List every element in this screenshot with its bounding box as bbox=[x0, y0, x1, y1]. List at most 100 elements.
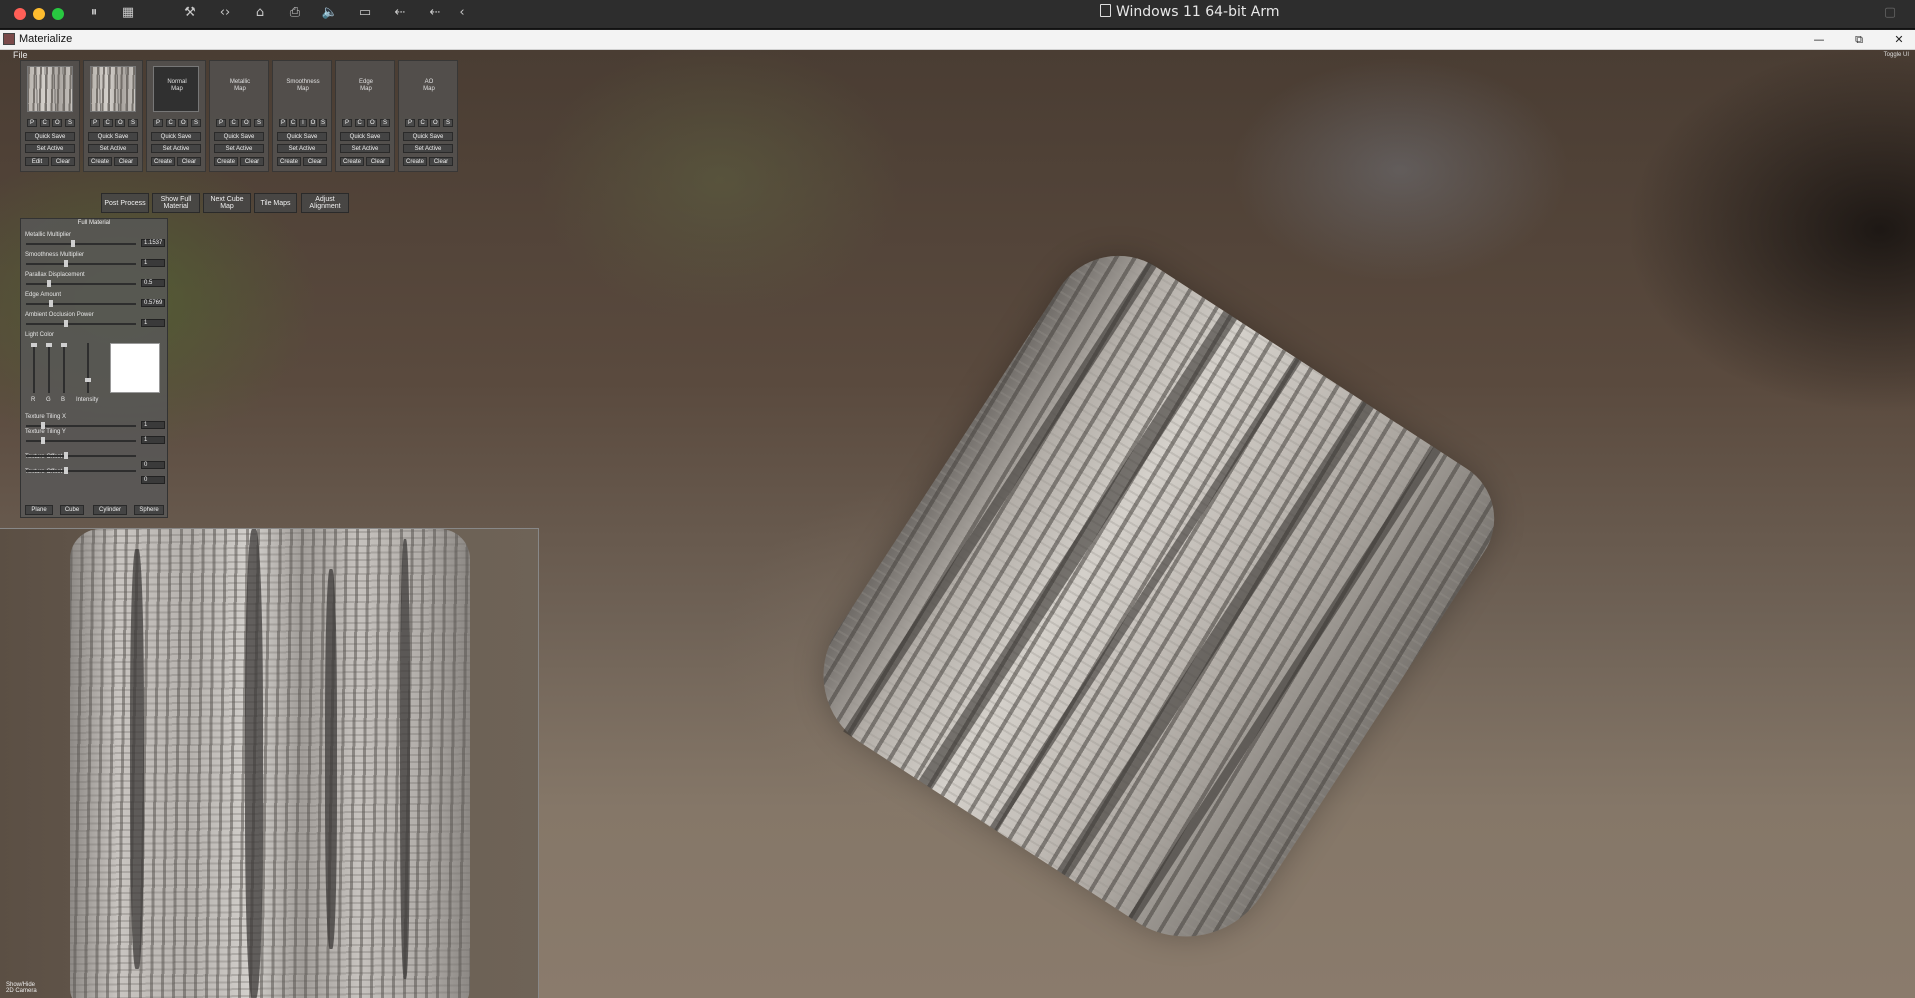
tiling-slider-knob[interactable] bbox=[41, 422, 45, 429]
show-hide-2d-camera-button[interactable]: Show/Hide 2D Camera bbox=[6, 982, 37, 994]
file-menu[interactable]: File bbox=[13, 50, 28, 60]
height-set-active-button[interactable]: Set Active bbox=[88, 144, 138, 153]
normal-create-button[interactable]: Create bbox=[151, 157, 175, 166]
minimize-button[interactable]: — bbox=[1799, 30, 1839, 49]
intensity-slider-knob[interactable] bbox=[85, 378, 91, 382]
cube-button[interactable]: Cube bbox=[60, 505, 84, 515]
material-slider[interactable] bbox=[26, 240, 136, 247]
edge-pcos-button[interactable]: C bbox=[354, 119, 365, 127]
metallic-pcos-button[interactable]: P bbox=[216, 119, 226, 127]
normal-pcos-button[interactable]: P bbox=[153, 119, 163, 127]
tiling-slider[interactable] bbox=[26, 422, 136, 429]
metallic-clear-button[interactable]: Clear bbox=[240, 157, 264, 166]
tiling-slider-knob[interactable] bbox=[41, 437, 45, 444]
edge-pcos-button[interactable]: O bbox=[367, 119, 378, 127]
normal-pcos-button[interactable]: O bbox=[178, 119, 189, 127]
diffuse-pcos-button[interactable]: C bbox=[39, 119, 50, 127]
material-slider-knob[interactable] bbox=[64, 260, 68, 267]
metallic-pcos-button[interactable]: O bbox=[241, 119, 252, 127]
material-slider-knob[interactable] bbox=[47, 280, 51, 287]
tiling-slider[interactable] bbox=[26, 437, 136, 444]
material-value-field[interactable]: 0.5 bbox=[141, 279, 165, 287]
metallic-create-button[interactable]: Create bbox=[214, 157, 238, 166]
diffuse-quick-save-button[interactable]: Quick Save bbox=[25, 132, 75, 141]
edge-set-active-button[interactable]: Set Active bbox=[340, 144, 390, 153]
chevron-left-icon[interactable]: ‹ bbox=[452, 5, 472, 20]
code-icon[interactable]: ‹› bbox=[215, 5, 235, 20]
tiling-slider-knob[interactable] bbox=[64, 452, 68, 459]
smoothness-create-button[interactable]: Create bbox=[277, 157, 301, 166]
material-slider[interactable] bbox=[26, 260, 136, 267]
intensity-slider[interactable] bbox=[85, 343, 91, 393]
diffuse-clear-button[interactable]: Clear bbox=[51, 157, 75, 166]
metallic-pcos-button[interactable]: S bbox=[253, 119, 264, 127]
material-value-field[interactable]: 0.5769 bbox=[141, 299, 165, 307]
ao-pcos-button[interactable]: P bbox=[405, 119, 415, 127]
smoothness-pcos-button[interactable]: C bbox=[289, 119, 297, 127]
smoothness-pcos-button[interactable]: O bbox=[309, 119, 317, 127]
speaker-icon[interactable]: 🔈 bbox=[320, 5, 340, 20]
red-slider-knob[interactable] bbox=[31, 343, 37, 347]
show-full-material-button[interactable]: Show Full Material bbox=[152, 193, 200, 213]
render-viewport[interactable]: File Toggle UI P C O S Quick Save Set Active E… bbox=[0, 50, 1915, 998]
normal-pcos-button[interactable]: S bbox=[190, 119, 201, 127]
plane-button[interactable]: Plane bbox=[25, 505, 53, 515]
cylinder-button[interactable]: Cylinder bbox=[93, 505, 127, 515]
height-pcos-button[interactable]: S bbox=[127, 119, 138, 127]
material-value-field[interactable]: 1 bbox=[141, 259, 165, 267]
red-slider[interactable] bbox=[31, 343, 37, 393]
smoothness-pcos-button[interactable]: S bbox=[319, 119, 327, 127]
ao-set-active-button[interactable]: Set Active bbox=[403, 144, 453, 153]
fullscreen-icon[interactable]: ▢ bbox=[1880, 5, 1900, 20]
blue-slider-knob[interactable] bbox=[61, 343, 67, 347]
smoothness-clear-button[interactable]: Clear bbox=[303, 157, 327, 166]
metallic-quick-save-button[interactable]: Quick Save bbox=[214, 132, 264, 141]
tiling-slider[interactable] bbox=[26, 452, 136, 459]
smoothness-set-active-button[interactable]: Set Active bbox=[277, 144, 327, 153]
diffuse-thumbnail[interactable] bbox=[27, 66, 73, 112]
pause-icon[interactable]: ⏸ bbox=[84, 5, 104, 20]
post-process-button[interactable]: Post Process bbox=[101, 193, 149, 213]
height-clear-button[interactable]: Clear bbox=[114, 157, 138, 166]
material-slider[interactable] bbox=[26, 300, 136, 307]
tiling-value-field[interactable]: 1 bbox=[141, 436, 165, 444]
close-button[interactable]: ✕ bbox=[1879, 30, 1915, 49]
material-value-field[interactable]: 1.1537 bbox=[141, 239, 165, 247]
material-slider-knob[interactable] bbox=[49, 300, 53, 307]
material-slider[interactable] bbox=[26, 280, 136, 287]
metallic-set-active-button[interactable]: Set Active bbox=[214, 144, 264, 153]
sphere-button[interactable]: Sphere bbox=[134, 505, 164, 515]
edge-create-button[interactable]: Create bbox=[340, 157, 364, 166]
material-slider-knob[interactable] bbox=[71, 240, 75, 247]
window-minimize-light[interactable] bbox=[33, 8, 45, 20]
usb-icon[interactable]: ⇠ bbox=[390, 5, 410, 20]
2d-texture-preview[interactable] bbox=[0, 528, 539, 998]
normal-clear-button[interactable]: Clear bbox=[177, 157, 201, 166]
material-value-field[interactable]: 1 bbox=[141, 319, 165, 327]
tiling-slider[interactable] bbox=[26, 467, 136, 474]
edge-pcos-button[interactable]: S bbox=[379, 119, 390, 127]
diffuse-pcos-button[interactable]: O bbox=[52, 119, 63, 127]
camera-icon[interactable]: ▭ bbox=[355, 5, 375, 20]
ao-clear-button[interactable]: Clear bbox=[429, 157, 453, 166]
window-zoom-light[interactable] bbox=[52, 8, 64, 20]
height-pcos-button[interactable]: P bbox=[90, 119, 100, 127]
ao-pcos-button[interactable]: C bbox=[417, 119, 428, 127]
tiling-value-field[interactable]: 1 bbox=[141, 421, 165, 429]
metallic-pcos-button[interactable]: C bbox=[228, 119, 239, 127]
normal-pcos-button[interactable]: C bbox=[165, 119, 176, 127]
blue-slider[interactable] bbox=[61, 343, 67, 393]
diffuse-set-active-button[interactable]: Set Active bbox=[25, 144, 75, 153]
ao-pcos-button[interactable]: S bbox=[442, 119, 453, 127]
light-color-swatch[interactable] bbox=[110, 343, 160, 393]
material-slider-knob[interactable] bbox=[64, 320, 68, 327]
usb-alt-icon[interactable]: ⇠ bbox=[425, 5, 445, 20]
3d-material-preview[interactable] bbox=[792, 229, 1518, 971]
smoothness-pcos-button[interactable]: P bbox=[279, 119, 287, 127]
restore-button[interactable]: ⧉ bbox=[1839, 30, 1879, 49]
height-thumbnail[interactable] bbox=[90, 66, 136, 112]
edge-pcos-button[interactable]: P bbox=[342, 119, 352, 127]
tiling-value-field[interactable]: 0 bbox=[141, 461, 165, 469]
material-slider[interactable] bbox=[26, 320, 136, 327]
smoothness-quick-save-button[interactable]: Quick Save bbox=[277, 132, 327, 141]
